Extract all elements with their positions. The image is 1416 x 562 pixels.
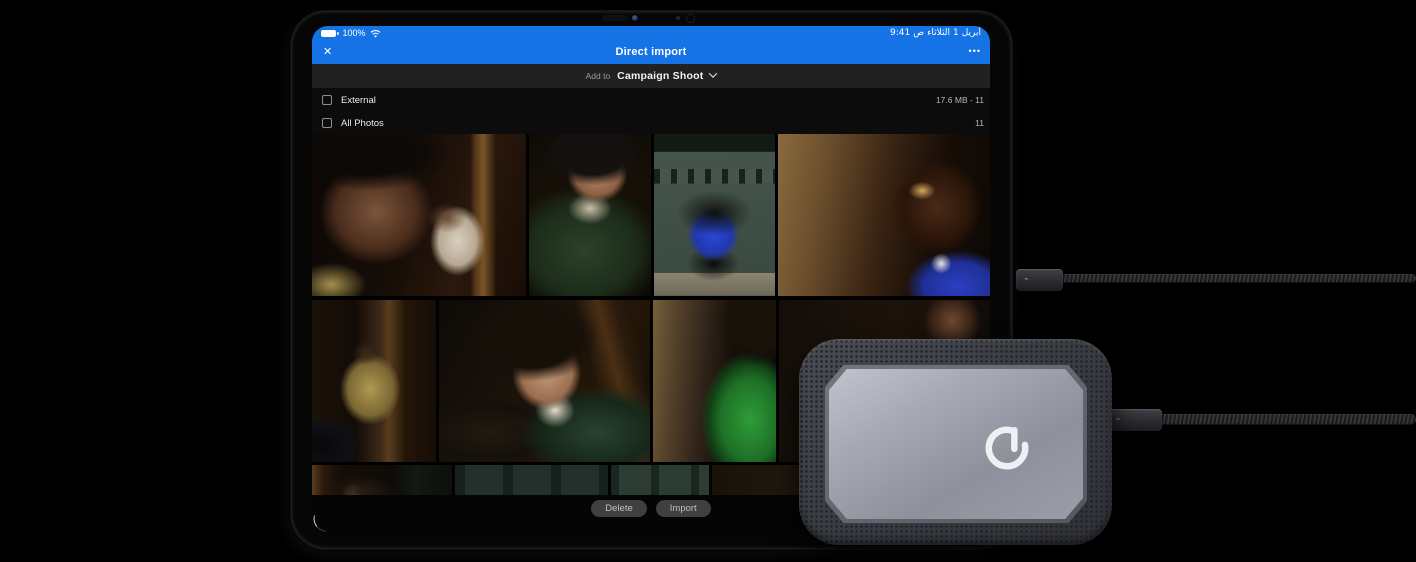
drive-face-plate [829, 369, 1083, 519]
front-sensor-pill [602, 15, 628, 21]
source-row-external[interactable]: External 17.6 MB - 11 [312, 88, 990, 112]
status-left: 100% [321, 26, 381, 40]
bezel-sensor-dot [676, 16, 680, 20]
photo-thumbnail-r2c3[interactable] [652, 300, 776, 462]
source-meta: 17.6 MB - 11 [935, 95, 984, 105]
photo-thumbnail-r1c3[interactable] [653, 134, 775, 296]
screen-corner-glint [312, 515, 328, 532]
source-label: All Photos [341, 117, 384, 129]
more-menu-icon[interactable]: ••• [969, 40, 981, 62]
battery-percent: 100% [342, 28, 366, 38]
usb-c-cable-drive [1150, 414, 1416, 425]
checkbox-all-photos[interactable] [322, 118, 332, 128]
grid-row-1 [312, 134, 990, 296]
import-button[interactable]: Import [655, 500, 711, 517]
scene: ⌁ ⌁ 100% 9:41 ص الثلاثاء 1 أبريل ✕ Direc… [0, 0, 1416, 562]
battery-icon [321, 29, 339, 37]
photo-thumbnail-r3c3[interactable] [610, 465, 710, 495]
g-drive-logo-icon [985, 426, 1029, 470]
bezel-sensor-ring [686, 14, 695, 23]
photo-thumbnail-r3c1[interactable] [312, 465, 453, 495]
wifi-icon [370, 29, 380, 37]
photo-thumbnail-r1c1[interactable] [312, 134, 527, 296]
checkbox-external[interactable] [322, 95, 332, 105]
app-header: ✕ Direct import ••• [312, 40, 990, 64]
status-datetime: 9:41 ص الثلاثاء 1 أبريل [890, 28, 981, 38]
front-camera-icon [632, 15, 638, 21]
photo-thumbnail-r3c2[interactable] [455, 465, 608, 495]
photo-thumbnail-r1c2[interactable] [529, 134, 651, 296]
usb-c-connector-drive: ⌁ [1108, 409, 1162, 431]
source-meta: 11 [975, 118, 984, 128]
status-bar: 100% 9:41 ص الثلاثاء 1 أبريل [312, 26, 990, 40]
thunderbolt-icon: ⌁ [1116, 416, 1121, 423]
photo-thumbnail-r2c1[interactable] [312, 300, 437, 462]
source-label: External [341, 94, 376, 106]
source-row-all-photos[interactable]: All Photos 11 [312, 112, 990, 134]
page-title: Direct import [615, 46, 687, 58]
add-to-bar[interactable]: Add to Campaign Shoot [312, 64, 990, 88]
photo-thumbnail-r2c2[interactable] [439, 300, 650, 462]
delete-button[interactable]: Delete [591, 500, 647, 517]
photo-thumbnail-r1c4[interactable] [777, 134, 990, 296]
usb-c-connector-ipad: ⌁ [1016, 269, 1063, 291]
usb-c-cable-top [1055, 274, 1416, 283]
chevron-down-icon [709, 69, 718, 78]
album-select[interactable]: Campaign Shoot [617, 70, 703, 82]
external-ssd-drive [799, 339, 1112, 545]
thunderbolt-icon: ⌁ [1024, 276, 1029, 283]
add-to-label: Add to [585, 71, 611, 81]
